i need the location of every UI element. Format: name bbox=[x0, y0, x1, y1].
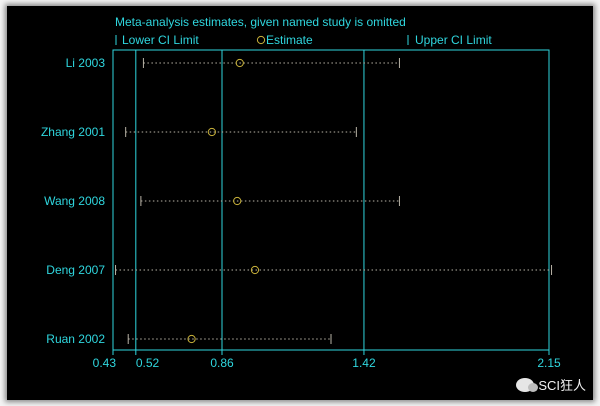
reference-lines bbox=[135, 50, 365, 350]
study-label: Li 2003 bbox=[66, 56, 106, 70]
study-row: Zhang 2001 bbox=[41, 125, 357, 139]
study-label: Deng 2007 bbox=[46, 263, 105, 277]
study-rows: Li 2003 Zhang 2001 Wang 2008 Deng 2007 Ruan … bbox=[41, 56, 553, 346]
legend-lower-label: Lower CI Limit bbox=[122, 33, 199, 47]
x-tick-label: 0.86 bbox=[210, 356, 234, 370]
legend-estimate-label: Estimate bbox=[266, 33, 313, 47]
study-label: Zhang 2001 bbox=[41, 125, 105, 139]
x-axis-ticks: 0.43 0.52 0.86 1.42 2.15 bbox=[93, 350, 561, 370]
x-tick-label: 1.42 bbox=[352, 356, 376, 370]
study-row: Li 2003 bbox=[66, 56, 400, 70]
forest-plot: Meta-analysis estimates, given named stu… bbox=[41, 15, 561, 370]
x-tick-label: 0.43 bbox=[93, 356, 117, 370]
study-label: Ruan 2002 bbox=[46, 332, 105, 346]
study-label: Wang 2008 bbox=[44, 194, 105, 208]
watermark-text: SCI狂人 bbox=[538, 378, 586, 393]
chart-title: Meta-analysis estimates, given named stu… bbox=[115, 15, 406, 29]
study-row: Ruan 2002 bbox=[46, 332, 332, 346]
legend-estimate-marker bbox=[256, 35, 266, 45]
legend-upper-label: Upper CI Limit bbox=[415, 33, 492, 47]
study-row: Deng 2007 bbox=[46, 263, 553, 277]
plot-area bbox=[112, 49, 550, 351]
x-tick-label: 2.15 bbox=[537, 356, 561, 370]
watermark: SCI狂人 bbox=[516, 375, 586, 394]
legend: Lower CI Limit Estimate Upper CI Limit bbox=[115, 33, 492, 47]
wechat-icon bbox=[516, 377, 539, 392]
x-tick-label: 0.52 bbox=[136, 356, 160, 370]
